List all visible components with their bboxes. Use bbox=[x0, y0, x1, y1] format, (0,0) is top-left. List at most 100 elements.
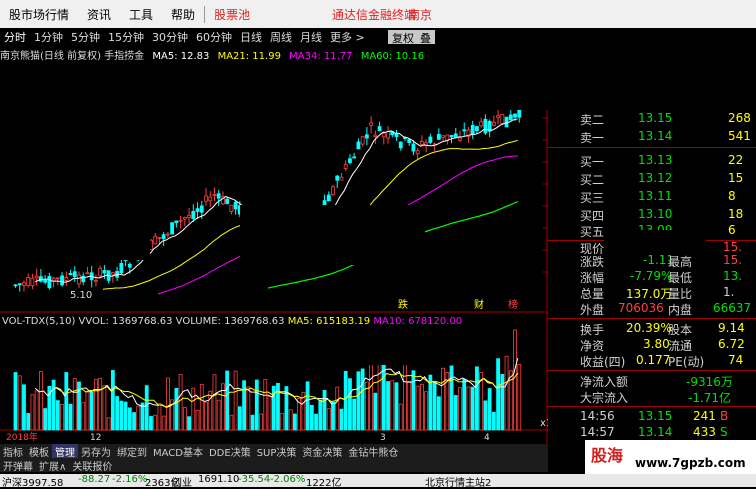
volume-bar bbox=[276, 382, 280, 431]
volume-bar bbox=[415, 385, 420, 431]
tab-macd[interactable]: MACD基本 bbox=[150, 444, 206, 459]
volume-bar bbox=[216, 399, 221, 431]
volume-info-line: VOL-TDX(5,10) VVOL: 1369768.63 VOLUME: 1… bbox=[2, 316, 462, 327]
volume-bar bbox=[106, 417, 111, 431]
candle-body bbox=[157, 237, 162, 239]
volume-bar bbox=[453, 395, 458, 431]
tab-expand[interactable]: 扩展∧ bbox=[36, 458, 69, 473]
tick-time: 14:57 bbox=[580, 425, 615, 439]
order-label: 卖一 bbox=[580, 131, 605, 145]
tab-fund[interactable]: 资金决策 bbox=[299, 444, 345, 459]
volume-bar bbox=[136, 405, 141, 431]
period-more[interactable]: 更多 > bbox=[326, 29, 369, 45]
candle-body bbox=[462, 129, 467, 132]
volume-bar bbox=[309, 404, 314, 431]
menu-tools[interactable]: 工具 bbox=[120, 6, 162, 23]
volume-bar bbox=[449, 365, 454, 431]
volume-bar bbox=[436, 396, 441, 431]
redaction-block bbox=[45, 215, 150, 260]
stat-value: 3.80 bbox=[643, 337, 670, 351]
candle-body bbox=[102, 270, 107, 274]
tab-manage[interactable]: 管理 bbox=[52, 443, 78, 459]
date-axis-label: 3 bbox=[380, 433, 386, 443]
tab-danmaku[interactable]: 开弹幕 bbox=[0, 458, 36, 473]
volume-bar bbox=[483, 400, 488, 431]
candle-body bbox=[428, 136, 433, 143]
menu-market[interactable]: 股市场行情 bbox=[0, 6, 78, 23]
candle-body bbox=[335, 175, 340, 181]
tick-volume: 241 bbox=[693, 409, 716, 423]
order-volume: 18 bbox=[728, 207, 744, 221]
fund-flow-row: 大宗流入 -1.71亿 bbox=[548, 388, 756, 406]
period-monthly[interactable]: 月线 bbox=[296, 29, 326, 45]
order-row-sell1[interactable]: 卖一 13.14 541 bbox=[548, 128, 756, 146]
order-label: 买一 bbox=[580, 155, 605, 169]
volume-bar bbox=[377, 353, 382, 431]
order-row-buy3[interactable]: 买三 13.11 8 bbox=[548, 188, 756, 206]
volume-bar bbox=[64, 372, 69, 431]
date-axis-label: 4 bbox=[484, 433, 490, 443]
low-price-label: 5.10 bbox=[70, 290, 92, 301]
order-price: 13.13 bbox=[638, 153, 673, 167]
tab-linked-quote[interactable]: 关联报价 bbox=[69, 458, 115, 473]
ad-right-text: 南京 bbox=[408, 8, 433, 22]
order-price: 13.14 bbox=[638, 129, 673, 143]
candle-body bbox=[174, 220, 179, 223]
order-volume: 15 bbox=[728, 171, 744, 185]
redaction-block bbox=[300, 330, 490, 365]
volume-bar bbox=[123, 401, 128, 431]
ma21-value: MA21: 11.99 bbox=[217, 51, 281, 62]
tab-dde[interactable]: DDE决策 bbox=[206, 444, 254, 459]
restore-button[interactable]: 复权 bbox=[388, 30, 418, 45]
candle-body bbox=[212, 194, 217, 196]
redaction-block bbox=[428, 46, 756, 110]
volume-bar bbox=[466, 386, 471, 431]
period-daily[interactable]: 日线 bbox=[236, 29, 266, 45]
period-intraday[interactable]: 分时 bbox=[0, 29, 30, 45]
volume-bar bbox=[386, 381, 390, 431]
candle-body bbox=[517, 109, 522, 118]
stat-value: 15. bbox=[723, 253, 743, 267]
tab-save-as[interactable]: 另存为 bbox=[78, 444, 114, 459]
volume-bar bbox=[331, 401, 335, 431]
period-weekly[interactable]: 周线 bbox=[266, 29, 296, 45]
order-row-sell2[interactable]: 卖二 13.15 268 bbox=[548, 110, 756, 128]
volume-bar bbox=[348, 378, 352, 431]
order-row-buy1[interactable]: 买一 13.13 22 bbox=[548, 152, 756, 170]
volume-bar bbox=[458, 387, 462, 431]
volume-bar bbox=[419, 383, 424, 431]
overlay-button[interactable]: 叠 bbox=[416, 30, 435, 45]
tab-template[interactable]: 模板 bbox=[26, 444, 52, 459]
volume-bar bbox=[30, 394, 35, 431]
volume-bar bbox=[500, 374, 505, 431]
candle-body bbox=[364, 134, 369, 139]
period-15min[interactable]: 15分钟 bbox=[104, 29, 148, 45]
menu-stock-pool[interactable]: 股票池 bbox=[204, 5, 259, 23]
volume-bar bbox=[369, 357, 374, 431]
period-5min[interactable]: 5分钟 bbox=[67, 29, 104, 45]
order-price: 13.11 bbox=[638, 189, 673, 203]
order-row-buy2[interactable]: 买二 13.12 15 bbox=[548, 170, 756, 188]
candle-body bbox=[339, 176, 344, 181]
volume-bar bbox=[390, 380, 395, 431]
tab-sup[interactable]: SUP决策 bbox=[254, 444, 300, 459]
order-price: 13.15 bbox=[638, 111, 673, 125]
tab-bullbear[interactable]: 金钻牛熊仓 bbox=[345, 444, 401, 459]
tab-indicator[interactable]: 指标 bbox=[0, 444, 26, 459]
volume-bar bbox=[394, 382, 399, 431]
order-label: 买三 bbox=[580, 191, 605, 205]
volume-bar bbox=[182, 407, 187, 431]
volume-bar bbox=[246, 386, 251, 431]
period-1min[interactable]: 1分钟 bbox=[30, 29, 67, 45]
menu-news[interactable]: 资讯 bbox=[78, 6, 120, 23]
tab-bind-to[interactable]: 绑定到 bbox=[114, 444, 150, 459]
candle-body bbox=[72, 271, 77, 278]
period-bar: 分时 1分钟 5分钟 15分钟 30分钟 60分钟 日线 周线 月线 更多 > … bbox=[0, 28, 756, 46]
stock-title: 南京熊猫(日线 前复权) 手指捞金 bbox=[0, 51, 145, 62]
period-60min[interactable]: 60分钟 bbox=[192, 29, 236, 45]
volume-bar bbox=[513, 329, 517, 431]
stat-value: 706036 bbox=[618, 301, 664, 315]
period-30min[interactable]: 30分钟 bbox=[148, 29, 192, 45]
tick-price: 13.15 bbox=[638, 409, 673, 423]
menu-help[interactable]: 帮助 bbox=[162, 6, 204, 23]
